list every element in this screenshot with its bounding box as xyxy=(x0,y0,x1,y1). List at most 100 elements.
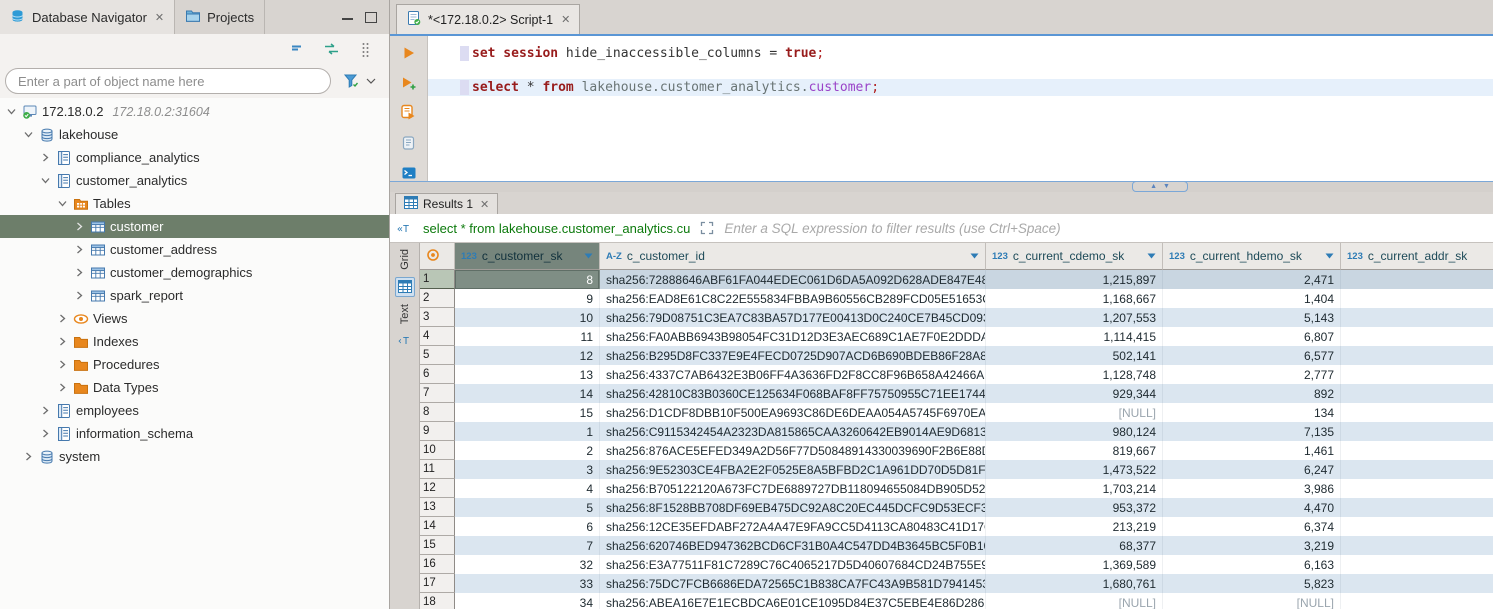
cell-c-customer-id[interactable]: sha256:876ACE5EFED349A2D56F77D5084891433… xyxy=(600,441,986,460)
cell-c-current-addr-sk[interactable]: 37,50 xyxy=(1341,593,1493,609)
tree-item-spark-report[interactable]: spark_report xyxy=(0,284,389,307)
cell-c-current-cdemo-sk[interactable]: 980,124 xyxy=(986,422,1163,441)
row-number[interactable]: 7 xyxy=(420,384,455,403)
cell-c-current-addr-sk[interactable]: 49,38 xyxy=(1341,289,1493,308)
presentation-text-icon[interactable]: ‹T xyxy=(395,331,415,351)
cell-c-customer-id[interactable]: sha256:8F1528BB708DF69EB475DC92A8C20EC44… xyxy=(600,498,986,517)
sql-line-3[interactable]: select * from lakehouse.customer_analyti… xyxy=(428,79,1493,96)
splitter-handle[interactable]: ▲ ▼ xyxy=(1132,181,1188,192)
tree-item-views[interactable]: Views xyxy=(0,307,389,330)
cell-c-current-hdemo-sk[interactable]: 6,577 xyxy=(1163,346,1341,365)
row-number[interactable]: 16 xyxy=(420,555,455,574)
row-number[interactable]: 1 xyxy=(420,270,455,289)
column-header-c-current-hdemo-sk[interactable]: 123c_current_hdemo_sk xyxy=(1163,243,1341,270)
presentation-text-label[interactable]: Text xyxy=(399,304,411,324)
cell-c-customer-id[interactable]: sha256:ABEA16E7E1ECBDCA6E01CE1095D84E37C… xyxy=(600,593,986,609)
cell-c-current-cdemo-sk[interactable]: 1,128,748 xyxy=(986,365,1163,384)
cell-c-current-addr-sk[interactable]: 14,00 xyxy=(1341,365,1493,384)
cell-c-current-cdemo-sk[interactable]: 1,473,522 xyxy=(986,460,1163,479)
cell-c-customer-sk[interactable]: 15 xyxy=(455,403,600,422)
tree-item-data-types[interactable]: Data Types xyxy=(0,376,389,399)
cell-c-customer-sk[interactable]: 34 xyxy=(455,593,600,609)
tree-item-172-18-0-2[interactable]: 172.18.0.2172.18.0.2:31604 xyxy=(0,100,389,123)
row-number[interactable]: 9 xyxy=(420,422,455,441)
tree-item-compliance-analytics[interactable]: compliance_analytics xyxy=(0,146,389,169)
maximize-icon[interactable] xyxy=(365,12,377,23)
column-filter-arrow-icon[interactable] xyxy=(584,253,593,259)
chevron-down-icon[interactable] xyxy=(361,71,381,91)
cell-c-current-cdemo-sk[interactable]: 1,207,553 xyxy=(986,308,1163,327)
cell-c-current-cdemo-sk[interactable]: 213,219 xyxy=(986,517,1163,536)
execute-statement-icon[interactable] xyxy=(399,44,419,61)
cell-c-current-hdemo-sk[interactable]: 6,807 xyxy=(1163,327,1341,346)
cell-c-current-cdemo-sk[interactable]: 929,344 xyxy=(986,384,1163,403)
row-number[interactable]: 18 xyxy=(420,593,455,609)
cell-c-current-cdemo-sk[interactable]: 1,680,761 xyxy=(986,574,1163,593)
cell-c-current-addr-sk[interactable]: 48,57 xyxy=(1341,460,1493,479)
collapse-all-icon[interactable] xyxy=(287,39,307,59)
tree-item-information-schema[interactable]: information_schema xyxy=(0,422,389,445)
cell-c-current-cdemo-sk[interactable]: 1,114,415 xyxy=(986,327,1163,346)
cell-c-customer-sk[interactable]: 1 xyxy=(455,422,600,441)
cell-c-customer-sk[interactable]: 9 xyxy=(455,289,600,308)
cell-c-current-addr-sk[interactable]: 32,43 xyxy=(1341,574,1493,593)
presentation-grid-label[interactable]: Grid xyxy=(399,249,411,270)
tree-item-tables[interactable]: Tables xyxy=(0,192,389,215)
cell-c-customer-sk[interactable]: 33 xyxy=(455,574,600,593)
cell-c-current-hdemo-sk[interactable]: 2,471 xyxy=(1163,270,1341,289)
link-with-editor-icon[interactable] xyxy=(321,39,341,59)
cell-c-current-hdemo-sk[interactable]: 6,374 xyxy=(1163,517,1341,536)
cell-c-current-hdemo-sk[interactable]: 6,163 xyxy=(1163,555,1341,574)
cell-c-customer-sk[interactable]: 8 xyxy=(455,270,600,289)
cell-c-customer-id[interactable]: sha256:B705122120A673FC7DE6889727DB11809… xyxy=(600,479,986,498)
chevron-right-icon[interactable] xyxy=(56,383,69,392)
tree-item-customer-address[interactable]: customer_address xyxy=(0,238,389,261)
chevron-right-icon[interactable] xyxy=(73,268,86,277)
cell-c-customer-sk[interactable]: 7 xyxy=(455,536,600,555)
cell-c-current-addr-sk[interactable]: 47,36 xyxy=(1341,346,1493,365)
column-filter-arrow-icon[interactable] xyxy=(970,253,979,259)
close-icon[interactable]: ✕ xyxy=(155,11,164,24)
chevron-right-icon[interactable] xyxy=(22,452,35,461)
cell-c-current-cdemo-sk[interactable]: 819,667 xyxy=(986,441,1163,460)
cell-c-customer-id[interactable]: sha256:E3A77511F81C7289C76C4065217D5D406… xyxy=(600,555,986,574)
row-number[interactable]: 14 xyxy=(420,517,455,536)
cell-c-current-addr-sk[interactable]: 36,36 xyxy=(1341,498,1493,517)
execute-new-tab-icon[interactable] xyxy=(399,74,419,91)
chevron-down-icon[interactable] xyxy=(39,176,52,185)
chevron-right-icon[interactable] xyxy=(73,222,86,231)
tree-item-customer-demographics[interactable]: customer_demographics xyxy=(0,261,389,284)
cell-c-current-hdemo-sk[interactable]: 134 xyxy=(1163,403,1341,422)
cell-c-current-cdemo-sk[interactable]: 1,703,214 xyxy=(986,479,1163,498)
chevron-down-icon[interactable] xyxy=(22,130,35,139)
view-menu-icon[interactable] xyxy=(355,39,375,59)
collapse-down-icon[interactable]: ▼ xyxy=(1163,183,1170,190)
cell-c-customer-id[interactable]: sha256:4337C7AB6432E3B06FF4A3636FD2F8CC8… xyxy=(600,365,986,384)
sql-console-icon[interactable] xyxy=(399,164,419,181)
tab-script-1[interactable]: *<172.18.0.2> Script-1 ✕ xyxy=(396,4,580,34)
cell-c-customer-id[interactable]: sha256:79D08751C3EA7C83BA57D177E00413D0C… xyxy=(600,308,986,327)
chevron-right-icon[interactable] xyxy=(56,314,69,323)
row-number[interactable]: 3 xyxy=(420,308,455,327)
cell-c-current-cdemo-sk[interactable]: [NULL] xyxy=(986,403,1163,422)
chevron-right-icon[interactable] xyxy=(56,360,69,369)
cell-c-current-addr-sk[interactable]: 48,29 xyxy=(1341,555,1493,574)
cell-c-current-addr-sk[interactable]: 39,55 xyxy=(1341,479,1493,498)
column-header-c-customer-id[interactable]: A-Zc_customer_id xyxy=(600,243,986,270)
cell-c-customer-sk[interactable]: 6 xyxy=(455,517,600,536)
execute-script-icon[interactable] xyxy=(399,104,419,121)
cell-c-current-hdemo-sk[interactable]: 1,461 xyxy=(1163,441,1341,460)
row-number[interactable]: 13 xyxy=(420,498,455,517)
object-search-input[interactable] xyxy=(5,68,331,94)
cell-c-customer-id[interactable]: sha256:EAD8E61C8C22E555834FBBA9B60556CB2… xyxy=(600,289,986,308)
tree-item-customer[interactable]: customer xyxy=(0,215,389,238)
cell-c-current-cdemo-sk[interactable]: 953,372 xyxy=(986,498,1163,517)
column-filter-arrow-icon[interactable] xyxy=(1325,253,1334,259)
cell-c-customer-sk[interactable]: 11 xyxy=(455,327,600,346)
cell-c-current-hdemo-sk[interactable]: [NULL] xyxy=(1163,593,1341,609)
cell-c-customer-id[interactable]: sha256:620746BED947362BCD6CF31B0A4C547DD… xyxy=(600,536,986,555)
filter-icon[interactable] xyxy=(341,71,361,91)
column-filter-arrow-icon[interactable] xyxy=(1147,253,1156,259)
filter-input[interactable]: Enter a SQL expression to filter results… xyxy=(724,221,1060,236)
cell-c-current-addr-sk[interactable]: 16,59 xyxy=(1341,270,1493,289)
